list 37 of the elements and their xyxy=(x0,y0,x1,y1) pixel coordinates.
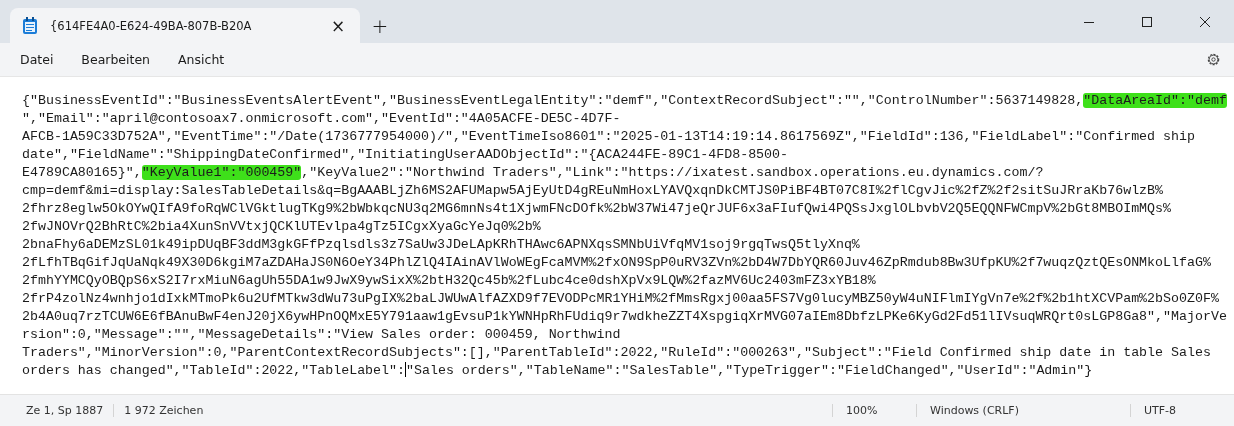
text-line: rsion":0,"Message":"","MessageDetails":"View Sales order: 000459, Northwind xyxy=(22,327,621,342)
document-tab[interactable]: {614FE4A0-E624-49BA-807B-B20A × xyxy=(10,8,360,43)
notepad-icon xyxy=(22,16,38,35)
menu-item[interactable]: Ansicht xyxy=(168,46,235,73)
close-icon xyxy=(1200,16,1210,27)
text-line: Traders","MinorVersion":0,"ParentContextRecordSubjects":[],"ParentTableId":2022,"RuleId":"000263","Subject":"Field Confirmed ship date in table Sales xyxy=(22,345,1211,360)
zoom-level: 100% xyxy=(832,404,916,417)
line-endings: Windows (CRLF) xyxy=(916,404,1130,417)
text-line: date","FieldName":"ShippingDateConfirmed","InitiatingUserAADObjectId":"{ACA244FE-89C1-4FD8-8500- xyxy=(22,147,789,162)
text-line: ,"KeyValue2":"Northwind Traders","Link":"https://ixatest.sandbox.operations.eu.dynamics.com/? xyxy=(301,165,1044,180)
text-line: AFCB-1A59C33D752A","EventTime":"/Date(1736777954000)/","EventTimeIso8601":"2025-01-13T14:19:14.8617569Z","FieldId":136,"FieldLabel":"Confirmed ship xyxy=(22,129,1195,144)
highlighted-text: "KeyValue1":"000459" xyxy=(141,165,302,180)
new-tab-button[interactable]: + xyxy=(360,8,400,43)
cursor-position: Ze 1, Sp 1887 xyxy=(20,404,115,417)
close-tab-button[interactable]: × xyxy=(328,15,348,36)
encoding: UTF-8 xyxy=(1130,404,1234,417)
highlighted-text: "DataAreaId":"demf xyxy=(1083,93,1227,108)
maximize-icon xyxy=(1142,16,1152,27)
text-line: 2bnaFhy6aDEMzSL01k49ipDUqBF3ddM3gkGFfPzqlsdls3z7SaUw3JDeLApKRhTHAwc6APNXqsSMNbUiVfqMV1soj9rgqTwsQ5tlyXnq% xyxy=(22,237,860,252)
text-line: 2fLfhTBqGifJqUaNqk49X30D6kgiM7aZDAHaJS0N6OeY34PhlZlQ4IAinAVlWoWEgFcaMVM%2fxON9SpP0uRV3ZVn%2bD4W7DbYQR60Juv46ZpRmdub8Bw3UfpKU%2f7wuqzQztQEsONMkoLlfaG% xyxy=(22,255,1211,270)
text-line: 2fmhYYMCQyOBQpS6xS2I7rxMiuN6agUh55DA1w9JwX9ywSixX%2btH32Qc45b%2fLubc4ce0dshXpVx9LQW%2fazMV6Uc2403mFZ3xYB18% xyxy=(22,273,876,288)
text-line: 2frP4zolNz4wnhjo1dIxkMTmoPk6u2UfMTkw3dWu73uPgIX%2baLJWUwAlfAZXD9f7EVODPcMR1YHiM%2fMmsRgxj00aa5FS7Vg0lucyMBZ50yW4uNIFlmIYgVn7e%2f%2b1htXCVPam%2bSo0Z0F% xyxy=(22,291,1219,306)
tab-title: {614FE4A0-E624-49BA-807B-B20A xyxy=(50,18,253,33)
text-line: 2fhrz8eglw5OkOYwQIfA9foRqWClVGktlugTKg9%2bWbkqcNU3q2MG6mnNs4t1XjwmFNcDOfk%2bW37Wi47jeQrJUF6x3aFIufQwi4PQSsJxglOLbvbV2Q5EQQNFWCmpV%2bGt8MBOImMQs% xyxy=(22,201,1172,216)
text-line: E4789CA80165}", xyxy=(22,165,142,180)
text-line: "Sales orders","TableName":"SalesTable","TypeTrigger":"FieldChanged","UserId":"Admin"} xyxy=(406,363,1093,378)
text-line: 2fwJNOVrQ2BhRtC%2bia4XunSnVVtxjQCKlUTEvlpa4gTz5ICgxXyaGcYeJq0%2b% xyxy=(22,219,541,234)
settings-icon xyxy=(1205,52,1221,67)
text-cursor xyxy=(405,362,406,377)
text-line: ","Email":"april@contosoax7.onmicrosoft.com","EventId":"4A05ACFE-DE5C-4D7F- xyxy=(22,111,621,126)
text-line: 2b4A0uq7rzTCUW6E6fBAnuBwF4enJ20jX6ywHPnOQMxE5Y791aaw1gEvsuP1kYWNHpRhFUdiq9r7wdkheZZT4XspgiqXrMVG07aIEm8DbfzLPKe6KyGd2Fd51lIVsuqWRQrt0sLGP8Ga8","MajorVe xyxy=(22,309,1227,324)
character-count: 1 972 Zeichen xyxy=(123,404,205,417)
text-line: orders has changed","TableId":2022,"TableLabel": xyxy=(22,363,405,378)
text-line: {"BusinessEventId":"BusinessEventsAlertEvent","BusinessEventLegalEntity":"demf","ContextRecordSubject":"","ControlNumber":5637149828, xyxy=(22,93,1084,108)
menu-item[interactable]: Datei xyxy=(10,46,64,73)
text-line: cmp=demf&mi=display:SalesTableDetails&q=BgAAABLjZh6MS2AFUMapw5AjEyUtD4gREuNmHoxLYAVQxqnDkCMTJS0PiBF4BT07C8I%2flCgvJic%2fZ%2f2sitSuJRraKb76wlzB% xyxy=(22,183,1164,198)
menu-item[interactable]: Bearbeiten xyxy=(71,46,161,73)
